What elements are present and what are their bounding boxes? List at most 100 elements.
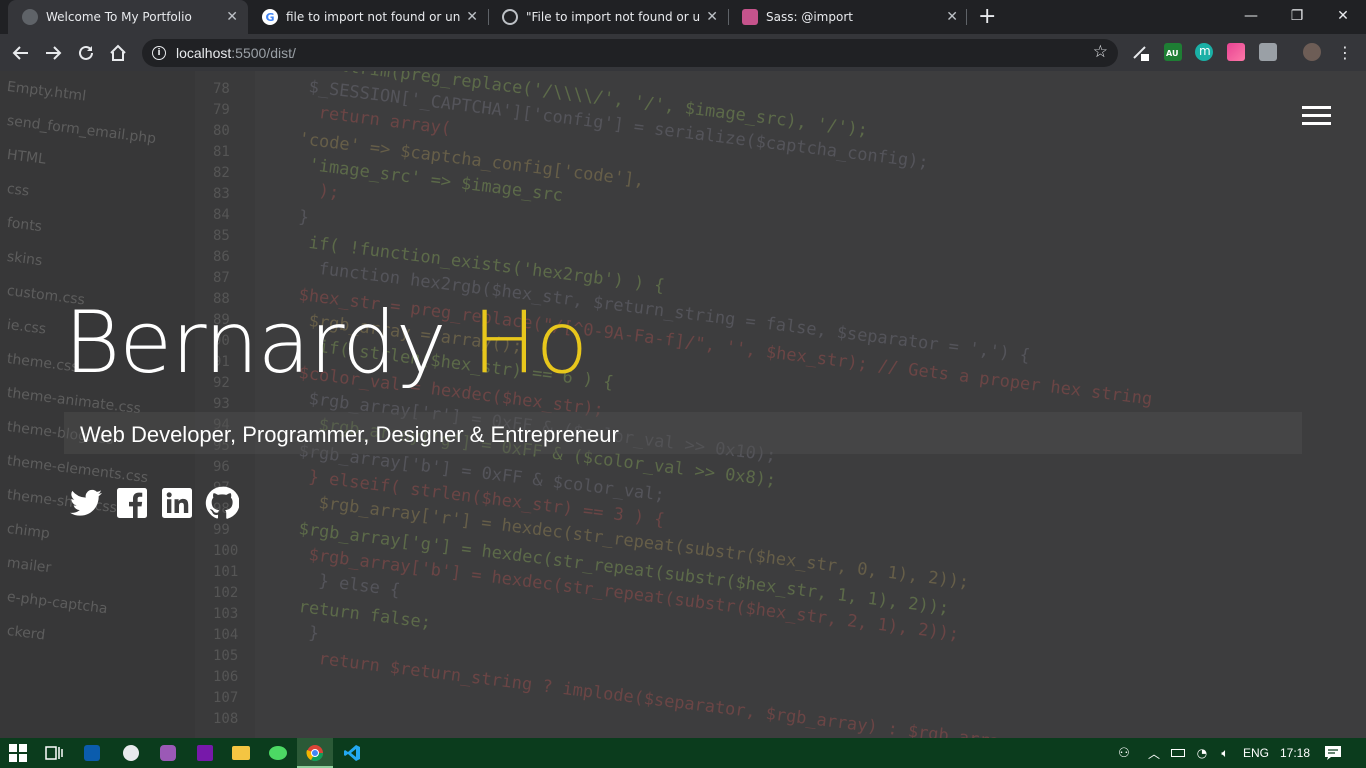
code-line: } [297, 207, 311, 229]
editor-file-tree: Empty.html send_form_email.php HTML css font… [0, 71, 195, 738]
file-tree-item: theme-elements.css [6, 453, 149, 487]
bookmark-star-icon[interactable]: ☆ [1093, 42, 1108, 62]
maximize-button[interactable]: ❐ [1274, 0, 1320, 32]
close-tab-icon[interactable]: ✕ [706, 9, 718, 25]
onenote-icon[interactable] [195, 743, 215, 763]
line-number: 96 [213, 459, 230, 475]
windows-logo-icon [9, 744, 27, 762]
browser-tabstrip: Welcome To My Portfolio ✕ G file to impo… [0, 0, 1366, 34]
site-info-icon[interactable]: i [152, 46, 166, 60]
line-number: 93 [213, 396, 230, 412]
new-tab-button[interactable]: + [978, 4, 996, 29]
code-line: ); [317, 181, 341, 204]
file-tree-item: chimp [6, 521, 51, 543]
line-number: 107 [213, 690, 239, 706]
line-number: 104 [213, 627, 239, 643]
app-equal-icon[interactable] [121, 743, 141, 763]
portfolio-page: Empty.html send_form_email.php HTML css font… [0, 71, 1366, 738]
line-number: 100 [213, 543, 239, 559]
line-number: 80 [213, 123, 230, 139]
line-number: 78 [213, 81, 230, 97]
wechat-icon[interactable] [268, 743, 288, 763]
close-tab-icon[interactable]: ✕ [946, 9, 958, 25]
github-link[interactable] [205, 486, 239, 520]
people-icon[interactable]: ⚇ [1114, 743, 1134, 763]
tab-google-search[interactable]: G file to import not found or unreadable… [248, 0, 488, 34]
home-button[interactable] [106, 41, 130, 65]
task-view-icon [45, 746, 63, 760]
tagline: Web Developer, Programmer, Designer & En… [80, 422, 619, 447]
battery-icon[interactable] [1168, 743, 1188, 763]
linkedin-link[interactable] [160, 486, 194, 520]
profile-avatar[interactable] [1303, 43, 1321, 61]
twitter-link[interactable] [69, 486, 103, 520]
input-language[interactable]: ENG [1243, 746, 1269, 760]
globe-icon [22, 9, 38, 25]
app-mail-icon[interactable] [82, 743, 102, 763]
arrow-right-icon [46, 46, 62, 60]
minimize-button[interactable]: — [1228, 0, 1274, 32]
wifi-icon[interactable]: ◔ [1192, 743, 1212, 763]
github-icon [205, 486, 239, 519]
tab-github-issue[interactable]: "File to import not found or unreadable … [488, 0, 728, 34]
line-number: 86 [213, 249, 230, 265]
app-purple-icon[interactable] [158, 743, 178, 763]
file-tree-item: ie.css [6, 317, 47, 338]
sass-icon [742, 9, 758, 25]
first-name: Bernardy [64, 293, 447, 393]
line-number: 85 [213, 228, 230, 244]
volume-icon[interactable]: 🔈︎ [1215, 743, 1235, 763]
forward-button[interactable] [41, 41, 65, 65]
tray-chevron-up-icon[interactable]: ︿ [1144, 743, 1164, 763]
tab-divider [966, 9, 967, 25]
windows-start-button[interactable] [8, 743, 28, 763]
line-number: 105 [213, 648, 239, 664]
pen-extension-icon[interactable] [1131, 43, 1149, 61]
task-view-button[interactable] [44, 743, 64, 763]
file-tree-item: Empty.html [6, 79, 87, 105]
close-tab-icon[interactable]: ✕ [226, 9, 238, 25]
camera-extension-icon[interactable] [1259, 43, 1277, 61]
hero-name: Bernardy Ho [64, 293, 588, 393]
facebook-icon [117, 488, 147, 518]
close-tab-icon[interactable]: ✕ [466, 9, 478, 25]
tab-sass-import[interactable]: Sass: @import ✕ [728, 0, 968, 34]
chrome-icon[interactable] [305, 743, 325, 763]
back-button[interactable] [9, 41, 33, 65]
menu-kebab-icon[interactable]: ⋮ [1336, 43, 1354, 62]
clock[interactable]: 17:18 [1280, 746, 1310, 760]
file-tree-item: e-php-captcha [6, 589, 109, 618]
file-tree-item: fonts [6, 215, 43, 236]
file-explorer-icon[interactable] [231, 743, 251, 763]
twitter-icon [70, 489, 102, 516]
color-extension-icon[interactable] [1227, 43, 1245, 61]
action-center-icon[interactable] [1323, 743, 1343, 763]
line-number: 84 [213, 207, 230, 223]
close-window-button[interactable]: ✕ [1320, 0, 1366, 32]
hamburger-menu-button[interactable] [1302, 106, 1331, 126]
file-tree-item: ckerd [6, 623, 47, 644]
code-line: } else { [317, 571, 402, 601]
reload-button[interactable] [74, 41, 98, 65]
browser-toolbar: i localhost:5500/dist/ ☆ AU m ⋮ [0, 34, 1366, 71]
file-tree-item: send_form_email.php [6, 113, 157, 148]
au-extension-icon[interactable]: AU [1164, 43, 1182, 61]
code-line: return $return_string ? implode($separat… [317, 649, 1021, 738]
code-background-image: Empty.html send_form_email.php HTML css font… [0, 71, 1366, 738]
last-name: Ho [471, 293, 588, 393]
tab-portfolio[interactable]: Welcome To My Portfolio ✕ [8, 0, 248, 34]
address-bar[interactable]: i localhost:5500/dist/ ☆ [142, 39, 1118, 67]
line-number: 99 [213, 522, 230, 538]
editor-gutter: 7879808182838485868788899091929394959697… [195, 71, 255, 738]
file-tree-item: HTML [6, 147, 47, 168]
line-number: 102 [213, 585, 239, 601]
code-line: } [307, 623, 321, 645]
file-tree-item: skins [6, 249, 44, 270]
google-icon: G [262, 9, 278, 25]
github-icon [502, 9, 518, 25]
line-number: 87 [213, 270, 230, 286]
facebook-link[interactable] [115, 486, 149, 520]
vscode-icon[interactable] [342, 743, 362, 763]
tab-title: file to import not found or unreadable [286, 10, 461, 24]
m-extension-icon[interactable]: m [1195, 43, 1213, 61]
